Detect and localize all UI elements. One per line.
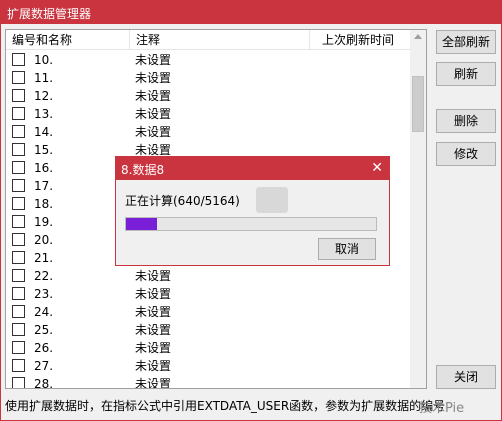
row-number: 13. (34, 107, 54, 121)
delete-button[interactable]: 删除 (436, 109, 496, 133)
row-checkbox[interactable] (12, 107, 25, 120)
progress-dialog: 8.数据8 ✕ 正在计算(640/5164) 取消 (115, 156, 390, 266)
row-number: 21. (34, 251, 54, 265)
close-button[interactable]: 关闭 (436, 365, 496, 389)
row-checkbox[interactable] (12, 71, 25, 84)
row-number: 16. (34, 161, 54, 175)
row-checkbox[interactable] (12, 53, 25, 66)
row-number: 20. (34, 233, 54, 247)
list-item[interactable]: 14. 未设置 (6, 123, 411, 141)
row-number: 18. (34, 197, 54, 211)
row-checkbox[interactable] (12, 251, 25, 264)
list-item[interactable]: 25. 未设置 (6, 321, 411, 339)
list-item[interactable]: 10. 未设置 (6, 51, 411, 69)
row-number: 10. (34, 53, 54, 67)
window-titlebar[interactable]: 扩展数据管理器 (1, 1, 501, 24)
refresh-button[interactable]: 刷新 (436, 62, 496, 86)
row-note: 未设置 (135, 107, 172, 121)
row-note: 未设置 (135, 323, 172, 337)
row-number: 22. (34, 269, 54, 283)
list-item[interactable]: 11. 未设置 (6, 69, 411, 87)
row-checkbox[interactable] (12, 305, 25, 318)
row-number: 28. (34, 377, 54, 389)
row-checkbox[interactable] (12, 161, 25, 174)
list-item[interactable]: 22. 未设置 (6, 267, 411, 285)
row-number: 17. (34, 179, 54, 193)
row-checkbox[interactable] (12, 233, 25, 246)
row-note: 未设置 (135, 89, 172, 103)
progress-fill (126, 218, 157, 230)
row-number: 19. (34, 215, 54, 229)
row-number: 11. (34, 71, 54, 85)
row-number: 23. (34, 287, 54, 301)
row-note: 未设置 (135, 269, 172, 283)
row-checkbox[interactable] (12, 377, 25, 388)
progress-message: 正在计算(640/5164) (125, 194, 240, 208)
modify-button[interactable]: 修改 (436, 142, 496, 166)
row-note: 未设置 (135, 125, 172, 139)
row-note: 未设置 (135, 287, 172, 301)
row-number: 15. (34, 143, 54, 157)
vertical-scrollbar[interactable] (410, 30, 426, 388)
row-checkbox[interactable] (12, 215, 25, 228)
column-header-note[interactable]: 注释 (130, 30, 310, 50)
row-note: 未设置 (135, 377, 172, 389)
list-item[interactable]: 13. 未设置 (6, 105, 411, 123)
list-item[interactable]: 23. 未设置 (6, 285, 411, 303)
watermark: 技术Pie (419, 401, 465, 416)
row-checkbox[interactable] (12, 359, 25, 372)
row-number: 27. (34, 359, 54, 373)
cancel-button[interactable]: 取消 (318, 238, 376, 260)
row-number: 24. (34, 305, 54, 319)
list-item[interactable]: 28. 未设置 (6, 375, 411, 389)
column-header-name[interactable]: 编号和名称 (6, 30, 130, 50)
row-checkbox[interactable] (12, 269, 25, 282)
row-number: 12. (34, 89, 54, 103)
scroll-up-icon[interactable] (414, 34, 422, 39)
row-number: 14. (34, 125, 54, 139)
dialog-title: 8.数据8 (121, 163, 165, 177)
row-note: 未设置 (135, 305, 172, 319)
row-note: 未设置 (135, 341, 172, 355)
scroll-thumb[interactable] (412, 76, 424, 132)
row-note: 未设置 (135, 359, 172, 373)
row-checkbox[interactable] (12, 143, 25, 156)
dialog-titlebar[interactable]: 8.数据8 ✕ (116, 157, 389, 180)
blurred-region (256, 187, 288, 213)
row-checkbox[interactable] (12, 179, 25, 192)
row-number: 25. (34, 323, 54, 337)
list-item[interactable]: 24. 未设置 (6, 303, 411, 321)
progress-bar (125, 217, 377, 231)
row-checkbox[interactable] (12, 125, 25, 138)
row-checkbox[interactable] (12, 341, 25, 354)
list-item[interactable]: 12. 未设置 (6, 87, 411, 105)
row-note: 未设置 (135, 53, 172, 67)
close-icon[interactable]: ✕ (371, 160, 383, 176)
refresh-all-button[interactable]: 全部刷新 (436, 30, 496, 54)
window-title: 扩展数据管理器 (7, 7, 92, 21)
row-checkbox[interactable] (12, 197, 25, 210)
row-note: 未设置 (135, 71, 172, 85)
extended-data-manager-window: 扩展数据管理器 编号和名称 注释 上次刷新时间 10. 未设置 11. 未设置 12. 未… (0, 0, 502, 421)
row-checkbox[interactable] (12, 323, 25, 336)
row-checkbox[interactable] (12, 89, 25, 102)
list-item[interactable]: 26. 未设置 (6, 339, 411, 357)
column-header-last-refresh[interactable]: 上次刷新时间 (310, 30, 411, 50)
list-item[interactable]: 27. 未设置 (6, 357, 411, 375)
row-number: 26. (34, 341, 54, 355)
row-checkbox[interactable] (12, 287, 25, 300)
list-header: 编号和名称 注释 上次刷新时间 (6, 30, 411, 50)
